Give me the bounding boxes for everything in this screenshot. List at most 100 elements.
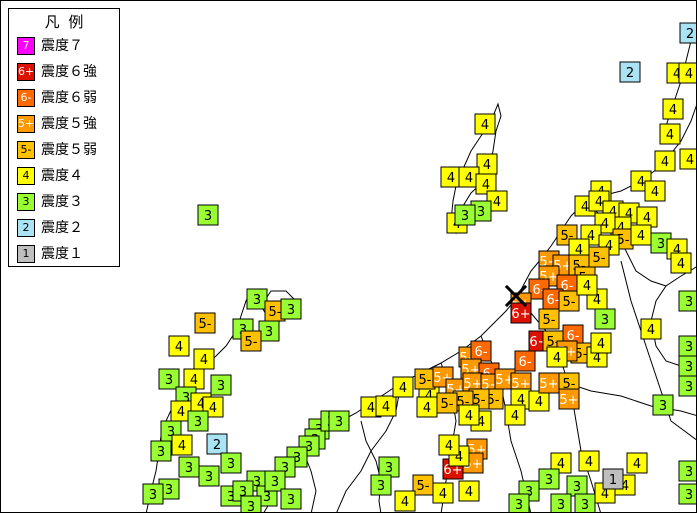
station-marker-4: 4 [416, 396, 438, 418]
station-markers: 22444444444444343344444444445-5-344445-4… [142, 22, 696, 513]
legend-swatch-3: 3 [17, 193, 35, 211]
station-label: 4 [367, 401, 375, 416]
station-marker-4: 4 [392, 376, 414, 398]
station-label: 3 [149, 488, 157, 503]
station-label: 3 [287, 303, 295, 318]
legend-title: 凡 例 [44, 13, 86, 31]
station-label: 3 [165, 483, 173, 498]
legend-swatch-1: 1 [17, 245, 35, 263]
station-label: 5- [245, 335, 258, 350]
station-label: 3 [685, 295, 693, 310]
station-label: 4 [423, 401, 431, 416]
station-marker-6-weak: 6- [470, 340, 492, 362]
legend-row-6-weak: 6- 震度６弱 [17, 88, 117, 110]
prefecture-border [560, 380, 696, 416]
station-label: 4 [595, 195, 603, 210]
legend-label-5-weak: 震度５弱 [41, 142, 97, 158]
station-label: 3 [581, 498, 589, 513]
station-marker-3: 3 [158, 368, 180, 390]
station-label: 6- [519, 355, 532, 370]
station-label: 4 [553, 351, 561, 366]
station-label: 4 [483, 158, 491, 173]
legend-row-5-strong: 5+ 震度５強 [17, 114, 117, 136]
station-marker-4: 4 [640, 318, 662, 340]
station-marker-3: 3 [538, 468, 560, 490]
station-label: 3 [685, 380, 693, 395]
intensity-map[interactable]: 22444444444444343344444444445-5-344445-4… [0, 0, 697, 513]
station-label: 4 [177, 405, 185, 420]
station-label: 3 [265, 325, 273, 340]
legend-swatch-6-strong: 6+ [17, 63, 35, 81]
station-label: 4 [666, 128, 674, 143]
station-marker-3: 3 [280, 298, 302, 320]
station-label: 4 [481, 118, 489, 133]
station-label: 3 [263, 490, 271, 505]
station-label: 4 [661, 155, 669, 170]
station-label: 3 [287, 493, 295, 508]
station-marker-4: 4 [626, 452, 648, 474]
station-marker-3: 3 [150, 440, 172, 462]
station-label: 4 [637, 229, 645, 244]
station-marker-4: 4 [193, 348, 215, 370]
station-marker-3: 3 [678, 335, 696, 357]
station-label: 3 [685, 360, 693, 375]
legend-swatch-6-weak: 6- [17, 89, 35, 107]
station-marker-5-weak: 5- [558, 290, 580, 312]
station-label: 5- [269, 305, 282, 320]
station-label: 4 [686, 153, 694, 168]
legend-row-4: 4 震度４ [17, 166, 117, 188]
legend-label-6-weak: 震度６弱 [41, 90, 97, 106]
station-marker-3: 3 [328, 410, 350, 432]
station-marker-3: 3 [378, 456, 400, 478]
station-marker-2: 2 [679, 22, 696, 44]
legend-row-7: 7 震度７ [17, 36, 117, 58]
station-marker-4: 4 [458, 480, 480, 502]
station-marker-4: 4 [183, 368, 205, 390]
station-label: 5+ [539, 377, 558, 392]
station-label: 5- [593, 251, 606, 266]
station-label: 4 [178, 439, 186, 454]
station-marker-3: 3 [574, 493, 596, 513]
station-label: 5- [419, 373, 432, 388]
station-marker-4: 4 [678, 62, 696, 84]
station-label: 4 [669, 103, 677, 118]
station-label: 4 [597, 337, 605, 352]
legend-row-5-weak: 5- 震度５弱 [17, 140, 117, 162]
station-marker-4: 4 [644, 180, 666, 202]
station-label: 3 [271, 475, 279, 490]
station-marker-3: 3 [652, 394, 674, 416]
station-marker-4: 4 [630, 224, 652, 246]
station-marker-4: 4 [578, 450, 600, 472]
station-label: 3 [477, 205, 485, 220]
station-label: 3 [217, 379, 225, 394]
station-label: 3 [253, 293, 261, 308]
station-label: 3 [157, 445, 165, 460]
station-label: 4 [581, 200, 589, 215]
station-marker-3: 3 [550, 493, 572, 512]
station-marker-3: 3 [678, 355, 696, 377]
station-marker-4: 4 [590, 332, 612, 354]
station-marker-3: 3 [678, 460, 696, 482]
legend-row-1: 1 震度１ [17, 244, 117, 266]
station-marker-3: 3 [210, 374, 232, 396]
station-marker-3: 3 [508, 493, 530, 512]
station-marker-3: 3 [197, 204, 219, 226]
legend-row-2: 2 震度２ [17, 218, 117, 240]
station-marker-4: 4 [670, 252, 692, 274]
station-marker-3: 3 [198, 465, 220, 487]
station-marker-5-weak: 5- [588, 246, 610, 268]
station-label: 3 [247, 500, 255, 513]
station-marker-3: 3 [220, 452, 242, 474]
station-label: 4 [651, 185, 659, 200]
station-label: 3 [657, 237, 665, 252]
station-marker-4: 4 [546, 346, 568, 368]
station-marker-4: 4 [476, 153, 498, 175]
station-marker-5-strong: 5+ [558, 388, 580, 410]
station-label: 3 [385, 461, 393, 476]
station-marker-4: 4 [654, 150, 676, 172]
station-label: 4 [439, 487, 447, 502]
station-label: 3 [377, 479, 385, 494]
station-marker-5-weak: 5- [240, 330, 262, 352]
map-outlines [145, 25, 696, 512]
station-label: 3 [685, 340, 693, 355]
